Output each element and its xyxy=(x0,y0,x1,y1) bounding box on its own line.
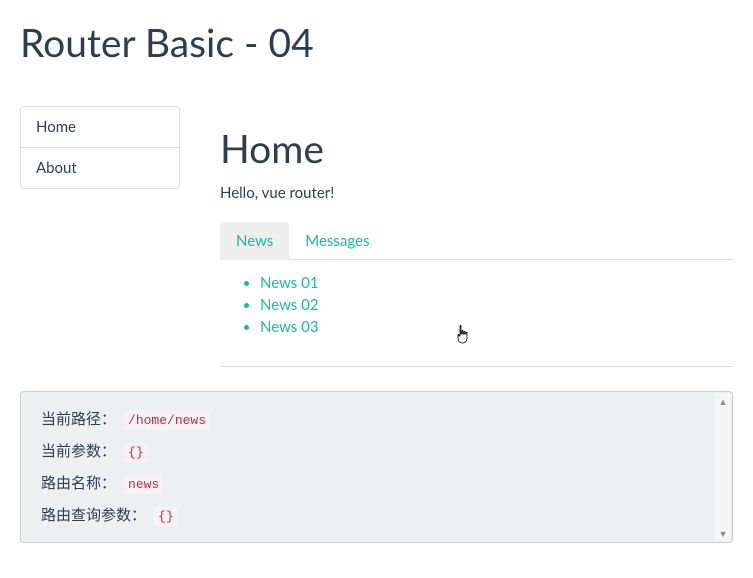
debug-label-query: 路由查询参数： xyxy=(41,504,146,525)
main-content: Home Hello, vue router! News Messages Ne… xyxy=(210,106,733,367)
debug-value-path: /home/news xyxy=(124,411,210,430)
debug-label-name: 路由名称： xyxy=(41,472,116,493)
content-wrapper: Home About Home Hello, vue router! News … xyxy=(20,106,733,367)
debug-panel: 当前路径： /home/news 当前参数： {} 路由名称： news 路由查… xyxy=(20,391,733,543)
news-list: News 01 News 02 News 03 xyxy=(220,260,733,350)
debug-row-path: 当前路径： /home/news xyxy=(41,408,712,430)
tabs: News Messages xyxy=(220,222,733,260)
main-subtext: Hello, vue router! xyxy=(220,184,733,202)
debug-value-params: {} xyxy=(124,443,148,462)
page-title: Router Basic - 04 xyxy=(20,20,733,66)
debug-row-params: 当前参数： {} xyxy=(41,440,712,462)
scrollbar-track[interactable]: ▲ ▼ xyxy=(715,393,731,541)
news-item-02[interactable]: News 02 xyxy=(260,294,733,316)
debug-label-params: 当前参数： xyxy=(41,440,116,461)
sidebar: Home About xyxy=(20,106,180,367)
main-heading: Home xyxy=(220,126,733,172)
sidebar-item-about[interactable]: About xyxy=(21,148,179,188)
news-item-01[interactable]: News 01 xyxy=(260,272,733,294)
tab-news[interactable]: News xyxy=(220,222,289,260)
debug-row-query: 路由查询参数： {} xyxy=(41,504,712,526)
news-item-03[interactable]: News 03 xyxy=(260,316,733,338)
debug-label-path: 当前路径： xyxy=(41,408,116,429)
tab-messages[interactable]: Messages xyxy=(289,222,385,260)
debug-value-name: news xyxy=(124,475,163,494)
divider xyxy=(220,366,733,367)
debug-value-query: {} xyxy=(154,507,178,526)
scrollbar-up-icon[interactable]: ▲ xyxy=(715,393,731,409)
scrollbar-down-icon[interactable]: ▼ xyxy=(715,525,731,541)
sidebar-list: Home About xyxy=(20,106,180,189)
debug-row-name: 路由名称： news xyxy=(41,472,712,494)
sidebar-item-home[interactable]: Home xyxy=(21,107,179,148)
